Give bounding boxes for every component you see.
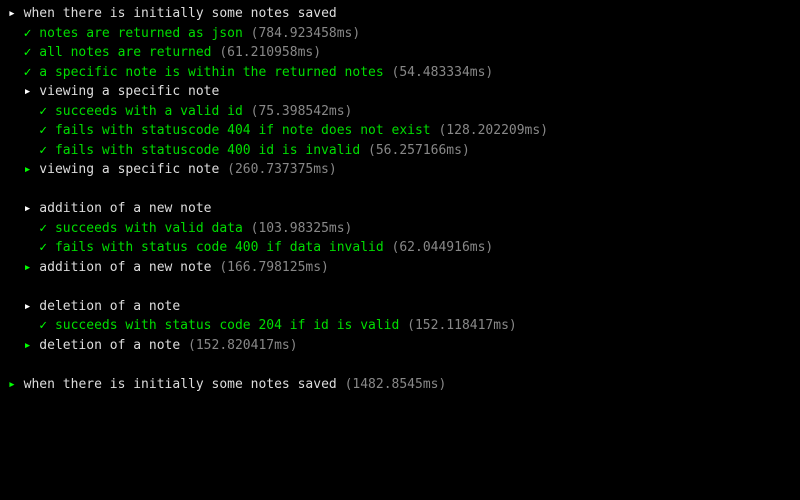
suite-duration: (152.820417ms) (188, 338, 298, 353)
test-pass-row: ✓ all notes are returned (61.210958ms) (8, 43, 792, 63)
checkmark-icon: ✓ (39, 143, 47, 158)
arrow-icon: ▸ (24, 84, 32, 99)
suite-duration: (166.798125ms) (219, 260, 329, 275)
test-pass-row: ✓ fails with statuscode 404 if note does… (8, 121, 792, 141)
test-name: a specific note is within the returned n… (39, 65, 383, 80)
suite-start-row: ▸ when there is initially some notes sav… (8, 4, 792, 24)
test-pass-row: ✓ succeeds with status code 204 if id is… (8, 316, 792, 336)
blank-line (8, 277, 792, 297)
test-duration: (56.257166ms) (368, 143, 470, 158)
suite-name: viewing a specific note (39, 84, 219, 99)
test-duration: (103.98325ms) (251, 221, 353, 236)
checkmark-icon: ✓ (39, 240, 47, 255)
checkmark-icon: ✓ (24, 26, 32, 41)
test-pass-row: ✓ fails with status code 400 if data inv… (8, 238, 792, 258)
arrow-icon: ▸ (24, 338, 32, 353)
blank-line (8, 355, 792, 375)
checkmark-icon: ✓ (24, 65, 32, 80)
checkmark-icon: ✓ (24, 45, 32, 60)
test-duration: (152.118417ms) (407, 318, 517, 333)
test-name: succeeds with a valid id (55, 104, 243, 119)
test-duration: (128.202209ms) (438, 123, 548, 138)
test-name: succeeds with valid data (55, 221, 243, 236)
suite-name: viewing a specific note (39, 162, 219, 177)
test-duration: (61.210958ms) (219, 45, 321, 60)
suite-start-row: ▸ viewing a specific note (8, 82, 792, 102)
suite-name: deletion of a note (39, 299, 180, 314)
suite-start-row: ▸ addition of a new note (8, 199, 792, 219)
suite-name: addition of a new note (39, 201, 211, 216)
test-name: notes are returned as json (39, 26, 243, 41)
arrow-icon: ▸ (8, 6, 16, 21)
checkmark-icon: ✓ (39, 123, 47, 138)
test-duration: (54.483334ms) (392, 65, 494, 80)
test-duration: (62.044916ms) (392, 240, 494, 255)
test-name: fails with status code 400 if data inval… (55, 240, 384, 255)
checkmark-icon: ✓ (39, 221, 47, 236)
test-output: ▸ when there is initially some notes sav… (8, 4, 792, 394)
arrow-icon: ▸ (24, 162, 32, 177)
arrow-icon: ▸ (24, 299, 32, 314)
arrow-icon: ▸ (8, 377, 16, 392)
suite-name: addition of a new note (39, 260, 211, 275)
checkmark-icon: ✓ (39, 318, 47, 333)
test-pass-row: ✓ succeeds with a valid id (75.398542ms) (8, 102, 792, 122)
arrow-icon: ▸ (24, 201, 32, 216)
test-pass-row: ✓ succeeds with valid data (103.98325ms) (8, 219, 792, 239)
suite-end-row: ▸ addition of a new note (166.798125ms) (8, 258, 792, 278)
blank-line (8, 180, 792, 200)
suite-duration: (1482.8545ms) (345, 377, 447, 392)
test-name: all notes are returned (39, 45, 211, 60)
test-pass-row: ✓ fails with statuscode 400 id is invali… (8, 141, 792, 161)
suite-end-row: ▸ deletion of a note (152.820417ms) (8, 336, 792, 356)
suite-name: when there is initially some notes saved (24, 6, 337, 21)
suite-start-row: ▸ deletion of a note (8, 297, 792, 317)
suite-end-row: ▸ viewing a specific note (260.737375ms) (8, 160, 792, 180)
test-duration: (784.923458ms) (251, 26, 361, 41)
arrow-icon: ▸ (24, 260, 32, 275)
suite-name: deletion of a note (39, 338, 180, 353)
suite-duration: (260.737375ms) (227, 162, 337, 177)
suite-name: when there is initially some notes saved (24, 377, 337, 392)
test-pass-row: ✓ a specific note is within the returned… (8, 63, 792, 83)
test-pass-row: ✓ notes are returned as json (784.923458… (8, 24, 792, 44)
checkmark-icon: ✓ (39, 104, 47, 119)
suite-end-row: ▸ when there is initially some notes sav… (8, 375, 792, 395)
test-duration: (75.398542ms) (251, 104, 353, 119)
test-name: fails with statuscode 404 if note does n… (55, 123, 431, 138)
test-name: fails with statuscode 400 id is invalid (55, 143, 360, 158)
test-name: succeeds with status code 204 if id is v… (55, 318, 399, 333)
